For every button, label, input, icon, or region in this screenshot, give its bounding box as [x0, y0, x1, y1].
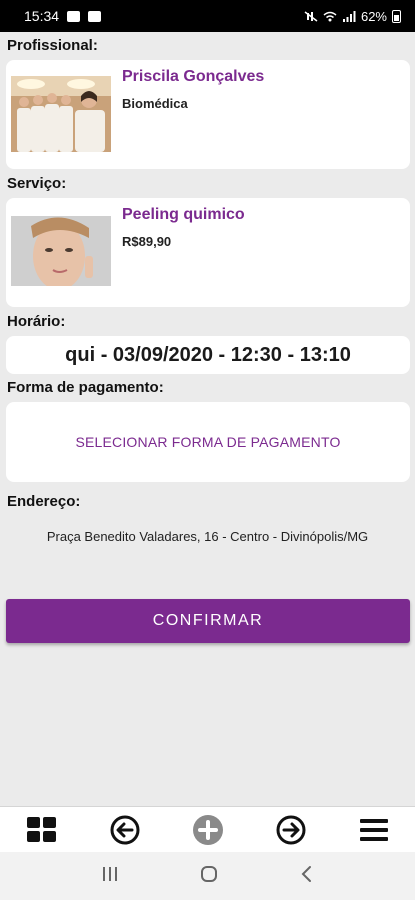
address-value: Praça Benedito Valadares, 16 - Centro - … [46, 529, 369, 544]
recent-apps-icon[interactable] [100, 865, 120, 888]
service-card[interactable]: Peeling quimico R$89,90 [6, 198, 410, 307]
battery-percent: 62% [360, 8, 387, 24]
schedule-label: Horário: [7, 313, 66, 330]
signal-icon [342, 10, 356, 22]
professional-photo [11, 76, 111, 152]
professional-label: Profissional: [7, 37, 98, 54]
back-icon[interactable] [299, 865, 315, 888]
payment-label: Forma de pagamento: [7, 379, 164, 396]
select-payment-button[interactable]: SELECIONAR FORMA DE PAGAMENTO [6, 402, 410, 482]
back-arrow-icon[interactable] [105, 810, 145, 850]
battery-icon [392, 9, 401, 23]
schedule-value: qui - 03/09/2020 - 12:30 - 13:10 [6, 336, 410, 374]
wifi-icon [323, 11, 337, 21]
plus-icon[interactable] [188, 810, 228, 850]
professional-card[interactable]: Priscila Gonçalves Biomédica [6, 60, 410, 169]
professional-role: Biomédica [122, 96, 188, 111]
status-bar: 15:34 62% [0, 0, 415, 32]
home-icon[interactable] [199, 864, 219, 889]
gallery-icon [67, 10, 81, 22]
forward-arrow-icon[interactable] [271, 810, 311, 850]
grid-icon[interactable] [22, 810, 62, 850]
status-time: 15:34 [24, 8, 60, 24]
service-photo [11, 216, 111, 286]
notification-icon [88, 10, 102, 22]
service-label: Serviço: [7, 175, 67, 192]
service-price: R$89,90 [122, 234, 172, 249]
bottom-nav [0, 806, 415, 852]
confirm-button[interactable]: CONFIRMAR [6, 599, 410, 643]
service-name: Peeling quimico [122, 206, 245, 223]
professional-name: Priscila Gonçalves [122, 68, 265, 85]
address-label: Endereço: [7, 493, 81, 510]
menu-icon[interactable] [354, 810, 394, 850]
mute-icon [304, 10, 318, 22]
system-nav-bar [0, 852, 415, 900]
